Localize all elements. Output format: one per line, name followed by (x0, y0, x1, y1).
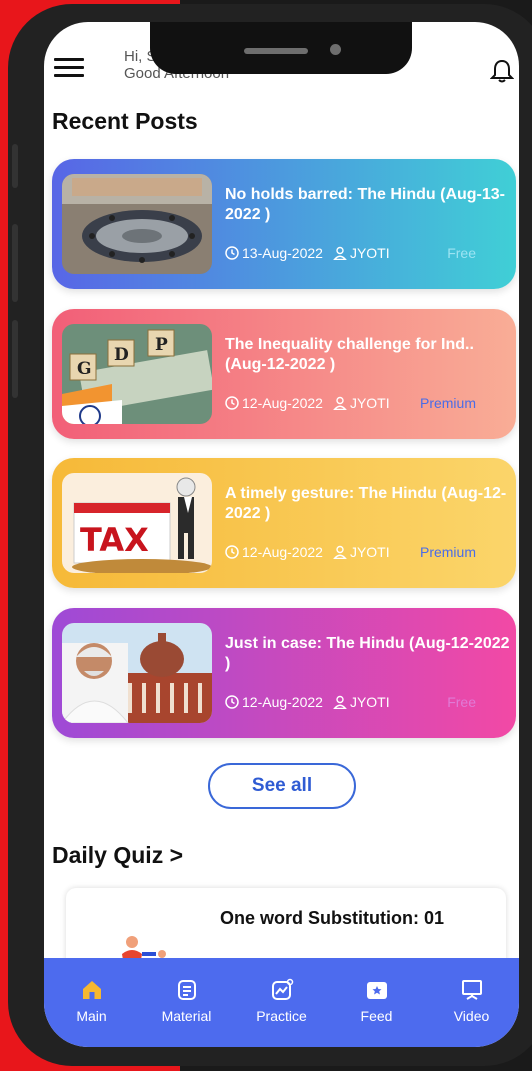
nav-label: Video (453, 1008, 490, 1024)
post-title: The Inequality challenge for Ind.. (Aug-… (225, 336, 474, 373)
nav-item-practice[interactable]: Practice (234, 958, 329, 1047)
bell-icon[interactable] (490, 58, 514, 84)
post-date: 13-Aug-2022 (242, 245, 323, 261)
post-thumbnail-gdp: G D P (62, 324, 212, 424)
post-tier-badge: Premium (419, 544, 476, 560)
post-card[interactable]: No holds barred: The Hindu (Aug-13-2022 … (52, 159, 516, 289)
post-date: 12-Aug-2022 (242, 694, 323, 710)
volume-up-button (12, 224, 18, 302)
mute-switch (12, 144, 18, 188)
nav-label: Feed (360, 1008, 393, 1024)
post-title: A timely gesture: The Hindu (Aug-12-2022… (225, 485, 507, 522)
post-author: JYOTI (349, 544, 390, 560)
post-thumbnail-supreme-court (62, 623, 212, 723)
nav-label: Main (76, 1008, 107, 1024)
recent-posts-title: Recent Posts (52, 108, 198, 134)
post-author: JYOTI (349, 694, 390, 710)
clock-icon (225, 246, 239, 260)
post-author: JYOTI (349, 245, 390, 261)
front-camera (330, 44, 341, 55)
post-title: No holds barred: The Hindu (Aug-13-2022 … (225, 186, 505, 223)
nav-item-main[interactable]: Main (44, 958, 139, 1047)
post-meta: 12-Aug-2022 JYOTI (225, 395, 390, 411)
chart-icon (271, 978, 293, 1000)
volume-down-button (12, 320, 18, 398)
menu-icon[interactable] (54, 58, 84, 80)
nav-item-video[interactable]: Video (424, 958, 519, 1047)
post-thumbnail-tax: TAX (62, 473, 212, 573)
phone-frame: Hi, S Good Afternoon Recent Posts (8, 4, 532, 1066)
user-icon (333, 396, 347, 410)
document-icon (177, 980, 196, 1000)
post-card[interactable]: G D P The Inequality challenge for Ind..… (52, 309, 516, 439)
user-icon (333, 545, 347, 559)
daily-quiz-title[interactable]: Daily Quiz > (52, 842, 183, 869)
post-thumbnail-un-council (62, 174, 212, 274)
svg-text:P: P (155, 335, 168, 355)
user-icon (333, 695, 347, 709)
monitor-icon (461, 980, 482, 1000)
see-all-button[interactable]: See all (208, 763, 356, 809)
post-meta: 12-Aug-2022 JYOTI (225, 544, 390, 560)
phone-notch (150, 22, 412, 74)
svg-text:D: D (114, 345, 129, 365)
app-screen: Hi, S Good Afternoon Recent Posts (44, 22, 519, 1047)
svg-text:G: G (77, 359, 92, 379)
bottom-navigation: Main Material Practice Feed Video (44, 958, 519, 1047)
home-icon (82, 981, 101, 999)
post-meta: 13-Aug-2022 JYOTI (225, 245, 390, 261)
quiz-card-title: One word Substitution: 01 (220, 908, 444, 928)
post-title: Just in case: The Hindu (Aug-12-2022 ) (225, 635, 510, 672)
clock-icon (225, 545, 239, 559)
post-date: 12-Aug-2022 (242, 395, 323, 411)
post-tier-badge: Free (447, 694, 476, 710)
post-tier-badge: Free (447, 245, 476, 261)
feed-icon (366, 982, 387, 999)
nav-item-material[interactable]: Material (139, 958, 234, 1047)
speaker-grille (244, 48, 308, 54)
nav-item-feed[interactable]: Feed (329, 958, 424, 1047)
clock-icon (225, 396, 239, 410)
post-date: 12-Aug-2022 (242, 544, 323, 560)
post-author: JYOTI (349, 395, 390, 411)
clock-icon (225, 695, 239, 709)
post-tier-badge: Premium (419, 395, 476, 411)
nav-label: Practice (256, 1008, 307, 1024)
svg-text:TAX: TAX (80, 521, 149, 559)
user-icon (333, 246, 347, 260)
post-meta: 12-Aug-2022 JYOTI (225, 694, 390, 710)
post-card[interactable]: Just in case: The Hindu (Aug-12-2022 ) 1… (52, 608, 516, 738)
post-card[interactable]: TAX A timely gesture: The Hindu (Aug-12-… (52, 458, 516, 588)
nav-label: Material (161, 1008, 212, 1024)
